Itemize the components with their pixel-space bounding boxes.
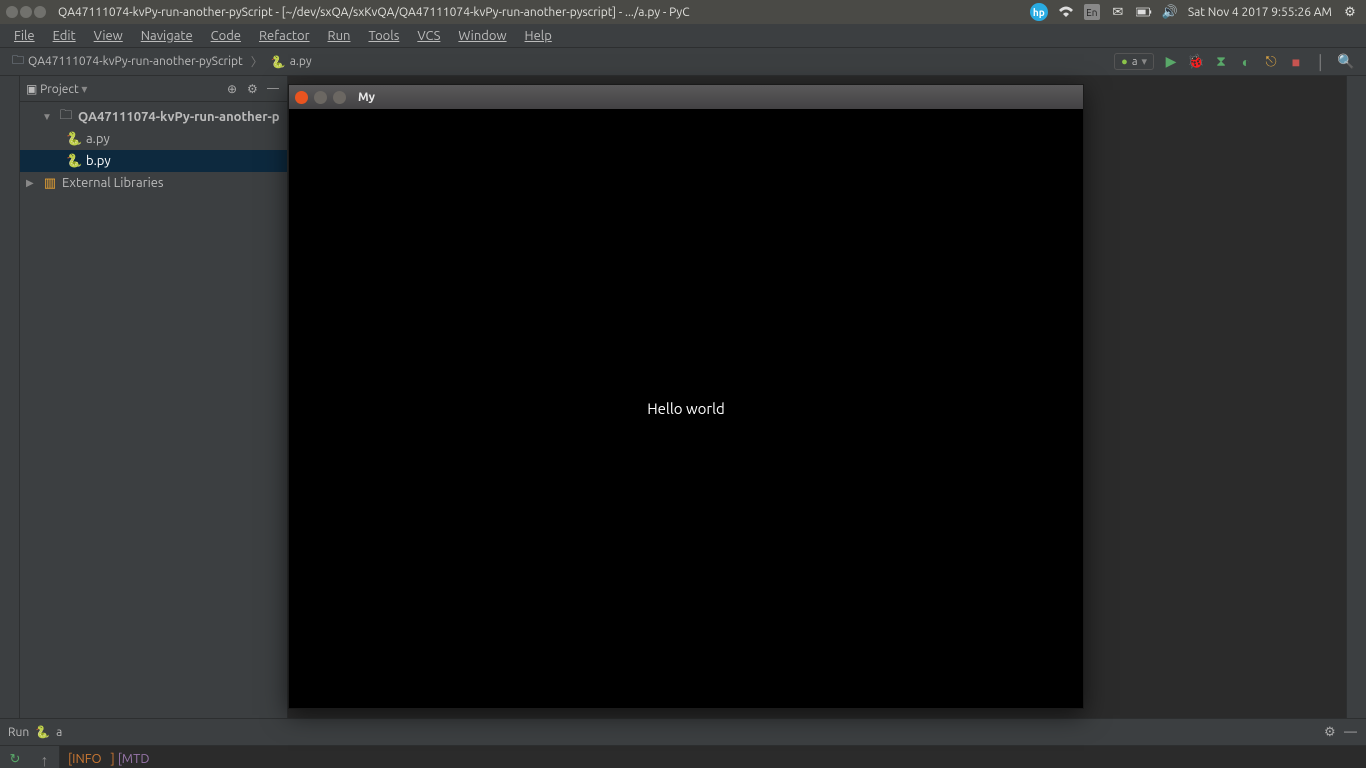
left-gutter[interactable] <box>0 76 20 718</box>
settings-icon[interactable]: ⚙ <box>247 82 261 96</box>
stop-button[interactable]: ■ <box>1288 54 1304 70</box>
menu-refactor[interactable]: Refactor <box>251 27 318 45</box>
minimize-window-icon[interactable] <box>20 6 32 18</box>
tree-root-label: QA47111074-kvPy-run-another-p <box>78 110 280 124</box>
kivy-maximize-icon[interactable] <box>333 91 346 104</box>
breadcrumb-file-label: a.py <box>290 55 312 68</box>
up-icon[interactable]: ↑ <box>41 752 49 768</box>
rerun-icon[interactable]: ↻ <box>6 752 24 767</box>
attach-button[interactable]: ⎋ <box>1263 54 1279 70</box>
hide-icon[interactable]: — <box>1344 725 1358 739</box>
folder-icon: 🗀 <box>12 51 24 72</box>
menu-edit[interactable]: Edit <box>45 27 84 45</box>
breadcrumb-project[interactable]: 🗀 QA47111074-kvPy-run-another-pyScript <box>6 49 249 74</box>
tree-file-b[interactable]: 🐍 b.py <box>20 150 287 172</box>
hp-icon[interactable]: hp <box>1030 3 1048 21</box>
project-toolbar: ▣ Project ▾ ⊕ ⚙ — <box>20 76 287 102</box>
menu-run[interactable]: Run <box>320 27 359 45</box>
coverage-button[interactable]: ⧗ <box>1213 54 1229 70</box>
main-menu: File Edit View Navigate Code Refactor Ru… <box>0 24 1366 48</box>
project-icon: ▣ <box>26 83 37 96</box>
tree-file-label: a.py <box>86 132 110 146</box>
menu-navigate[interactable]: Navigate <box>133 27 201 45</box>
kivy-app-window[interactable]: My Hello world <box>288 84 1084 709</box>
kivy-label: Hello world <box>647 400 725 417</box>
project-view-dropdown[interactable]: ▣ Project ▾ <box>26 82 87 96</box>
kivy-window-title: My <box>358 91 375 104</box>
menu-window[interactable]: Window <box>450 27 514 45</box>
chevron-down-icon: ▾ <box>81 83 87 96</box>
tree-external-label: External Libraries <box>62 176 164 190</box>
debug-button[interactable]: 🐞 <box>1188 54 1204 70</box>
system-tray: hp En ✉ 🔊 Sat Nov 4 2017 9:55:26 AM ⚙ <box>1030 3 1366 21</box>
run-config-label: a <box>1132 56 1138 68</box>
kivy-minimize-icon[interactable] <box>314 91 327 104</box>
project-tool-title: Project <box>40 83 79 96</box>
keyboard-layout-indicator[interactable]: En <box>1084 4 1100 20</box>
settings-gear-icon[interactable]: ⚙ <box>1342 4 1358 20</box>
console-output[interactable]: [INFO ] [MTD [INFO ] [Base [INFO ] [GL [… <box>60 746 1366 768</box>
library-icon: ▥ <box>42 176 58 191</box>
settings-icon[interactable]: ⚙ <box>1324 725 1338 739</box>
close-window-icon[interactable] <box>6 6 18 18</box>
hide-icon[interactable]: — <box>267 82 281 96</box>
expand-arrow-icon[interactable]: ▼ <box>42 111 54 123</box>
tree-file-label: b.py <box>86 154 111 168</box>
volume-icon[interactable]: 🔊 <box>1162 4 1178 20</box>
run-tool-window: ↻ ■ ⏸ ⎋ 📌 ✕ ? ↑ ↓ ⇅ 🖶 ⌫ 🗑 [INFO ] [MTD [… <box>0 746 1366 768</box>
run-config-selector[interactable]: ● a ▾ <box>1114 53 1154 70</box>
maximize-window-icon[interactable] <box>34 6 46 18</box>
battery-icon[interactable] <box>1136 4 1152 20</box>
run-tool-config[interactable]: a <box>56 726 62 739</box>
tree-root[interactable]: ▼ 🗀 QA47111074-kvPy-run-another-p <box>20 106 287 128</box>
tree-external-libs[interactable]: ▶ ▥ External Libraries <box>20 172 287 194</box>
kivy-close-icon[interactable] <box>295 91 308 104</box>
run-tool-label[interactable]: Run <box>8 726 29 739</box>
collapse-all-icon[interactable]: ⊕ <box>227 82 241 96</box>
kivy-titlebar[interactable]: My <box>289 85 1083 109</box>
python-file-icon: 🐍 <box>66 154 82 169</box>
mail-icon[interactable]: ✉ <box>1110 4 1126 20</box>
menu-view[interactable]: View <box>86 27 131 45</box>
right-gutter[interactable] <box>1346 76 1366 718</box>
breadcrumb-separator: 〉 <box>249 53 265 70</box>
console-line: [INFO ] [MTD <box>68 750 1358 768</box>
menu-help[interactable]: Help <box>517 27 560 45</box>
breadcrumb-project-label: QA47111074-kvPy-run-another-pyScript <box>28 55 243 68</box>
python-icon: ● <box>1121 56 1128 68</box>
window-controls <box>0 6 52 18</box>
python-file-icon: 🐍 <box>271 55 286 69</box>
project-tool-window: ▣ Project ▾ ⊕ ⚙ — ▼ 🗀 QA47111074-kvPy-ru… <box>20 76 288 718</box>
tree-file-a[interactable]: 🐍 a.py <box>20 128 287 150</box>
run-tool-header: Run 🐍 a ⚙ — <box>0 718 1366 746</box>
breadcrumb-file[interactable]: 🐍 a.py <box>265 53 318 71</box>
toolbar-right: ● a ▾ ▶ 🐞 ⧗ ◐ ⎋ ■ │ 🔍 <box>1114 53 1360 70</box>
chevron-down-icon: ▾ <box>1141 55 1147 68</box>
wifi-icon[interactable] <box>1058 4 1074 20</box>
python-icon: 🐍 <box>35 725 50 739</box>
navigation-bar: 🗀 QA47111074-kvPy-run-another-pyScript 〉… <box>0 48 1366 76</box>
expand-arrow-icon[interactable]: ▶ <box>26 177 38 189</box>
menu-tools[interactable]: Tools <box>360 27 407 45</box>
python-file-icon: 🐍 <box>66 132 82 147</box>
sep-toolbar: │ <box>1313 54 1329 70</box>
window-title: QA47111074-kvPy-run-another-pyScript - [… <box>58 6 690 19</box>
menu-file[interactable]: File <box>6 27 43 45</box>
clock[interactable]: Sat Nov 4 2017 9:55:26 AM <box>1188 6 1332 19</box>
folder-icon: 🗀 <box>58 106 74 128</box>
run-side-toolbar-1: ↻ ■ ⏸ ⎋ 📌 ✕ ? <box>0 746 30 768</box>
os-titlebar: QA47111074-kvPy-run-another-pyScript - [… <box>0 0 1366 24</box>
search-icon[interactable]: 🔍 <box>1338 54 1354 70</box>
project-tree[interactable]: ▼ 🗀 QA47111074-kvPy-run-another-p 🐍 a.py… <box>20 102 287 198</box>
menu-code[interactable]: Code <box>203 27 249 45</box>
profile-button[interactable]: ◐ <box>1238 54 1254 70</box>
kivy-content: Hello world <box>289 109 1083 708</box>
menu-vcs[interactable]: VCS <box>409 27 448 45</box>
run-button[interactable]: ▶ <box>1163 54 1179 70</box>
run-side-toolbar-2: ↑ ↓ ⇅ 🖶 ⌫ 🗑 <box>30 746 60 768</box>
